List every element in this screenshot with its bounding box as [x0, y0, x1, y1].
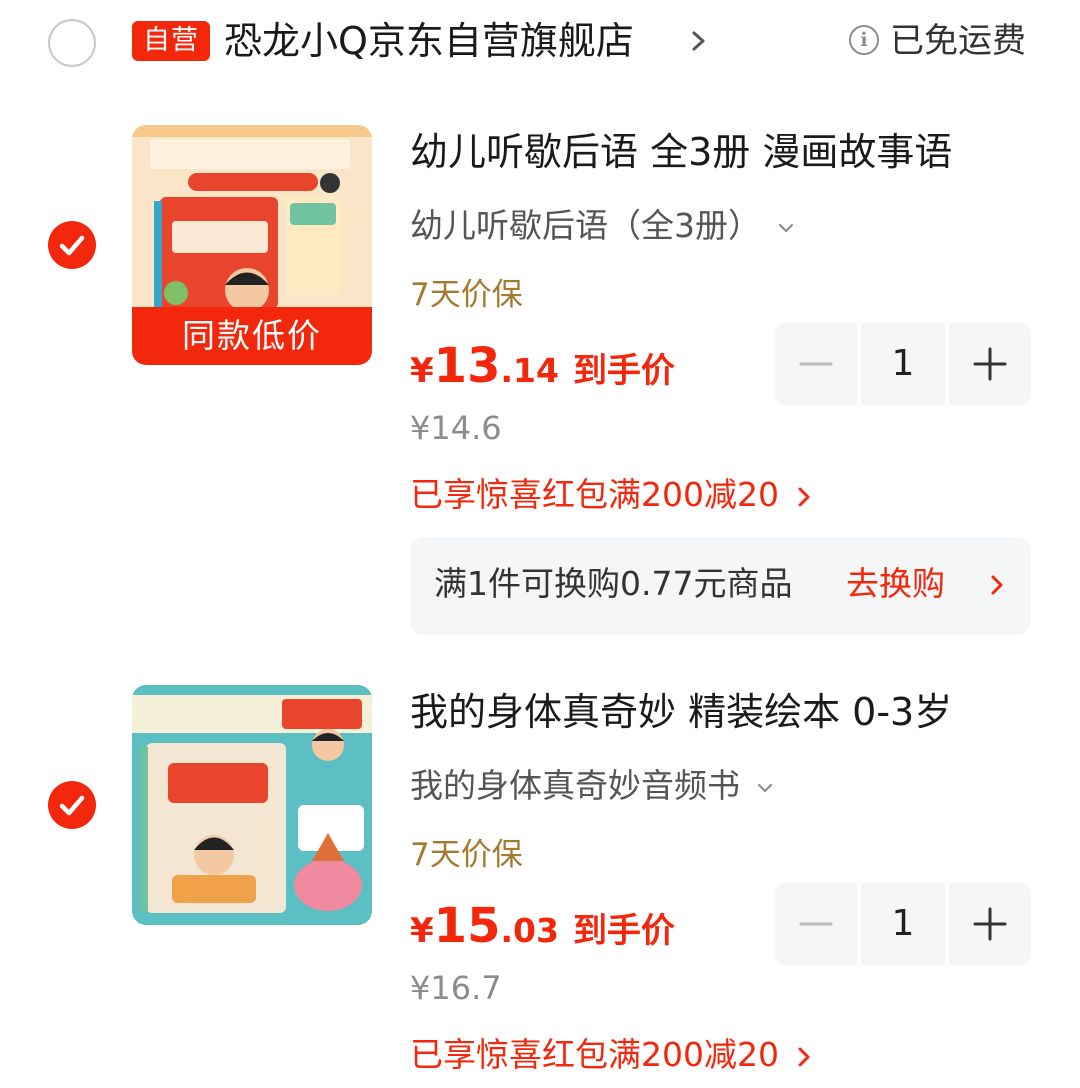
- chevron-right-icon: [798, 487, 810, 506]
- original-price: ¥16.7: [410, 969, 502, 1007]
- item-select-checkbox[interactable]: [48, 221, 96, 269]
- price-label: 到手价: [572, 911, 675, 951]
- exchange-offer-text: 满1件可换购0.77元商品: [434, 564, 793, 603]
- product-title[interactable]: 幼儿听歇后语 全3册 漫画故事语: [410, 127, 952, 177]
- price-decimal: .03: [500, 911, 559, 950]
- chevron-right-icon: [798, 1047, 810, 1066]
- product-spec-label: 我的身体真奇妙音频书: [410, 766, 740, 805]
- item-select-checkbox[interactable]: [48, 781, 96, 829]
- price-currency: ¥: [410, 911, 434, 951]
- checkmark-icon: [59, 795, 85, 816]
- price-protection-tag: 7天价保: [410, 277, 523, 313]
- minus-icon: [799, 362, 833, 366]
- product-spec-label: 幼儿听歇后语（全3册）: [410, 206, 761, 245]
- final-price: ¥15.03 到手价: [410, 898, 675, 954]
- quantity-input[interactable]: 1: [861, 883, 945, 965]
- chevron-down-icon: [779, 223, 793, 232]
- promo-link[interactable]: 已享惊喜红包满200减20: [410, 472, 811, 518]
- plus-icon: [973, 347, 1007, 381]
- price-integer: 15: [433, 898, 501, 954]
- price-protection-tag: 7天价保: [410, 837, 523, 873]
- product-spec-selector[interactable]: 我的身体真奇妙音频书: [410, 763, 774, 809]
- quantity-input[interactable]: 1: [861, 323, 945, 405]
- increase-quantity-button[interactable]: [949, 883, 1031, 965]
- product-thumbnail[interactable]: [132, 685, 372, 925]
- promo-label: 已享惊喜红包满200减20: [410, 475, 779, 514]
- price-integer: 13: [433, 338, 501, 394]
- chevron-right-icon[interactable]: [688, 24, 710, 58]
- product-spec-selector[interactable]: 幼儿听歇后语（全3册）: [410, 203, 795, 249]
- minus-icon: [799, 922, 833, 926]
- store-header: 自营 恐龙小Q京东自营旗舰店 i 已免运费: [0, 0, 1080, 88]
- increase-quantity-button[interactable]: [949, 323, 1031, 405]
- price-decimal: .14: [500, 351, 559, 390]
- decrease-quantity-button[interactable]: [775, 323, 857, 405]
- price-label: 到手价: [572, 351, 675, 391]
- product-image: [132, 685, 372, 925]
- chevron-down-icon: [758, 783, 772, 792]
- promo-label: 已享惊喜红包满200减20: [410, 1035, 779, 1074]
- info-icon[interactable]: i: [849, 25, 879, 55]
- quantity-stepper: 1: [775, 883, 1031, 965]
- decrease-quantity-button[interactable]: [775, 883, 857, 965]
- plus-icon: [973, 907, 1007, 941]
- promo-link[interactable]: 已享惊喜红包满200减20: [410, 1032, 811, 1078]
- store-select-checkbox[interactable]: [48, 19, 96, 67]
- product-thumbnail[interactable]: 同款低价: [132, 125, 372, 365]
- exchange-link[interactable]: 去换购: [846, 561, 945, 607]
- checkmark-icon: [59, 235, 85, 256]
- shipping-status: 已免运费: [890, 21, 1026, 61]
- price-currency: ¥: [410, 351, 434, 391]
- product-title[interactable]: 我的身体真奇妙 精装绘本 0-3岁: [410, 687, 952, 737]
- store-name-link[interactable]: 恐龙小Q京东自营旗舰店: [224, 15, 634, 67]
- self-operated-badge: 自营: [132, 21, 210, 61]
- chevron-right-icon[interactable]: [990, 573, 1004, 597]
- quantity-stepper: 1: [775, 323, 1031, 405]
- original-price: ¥14.6: [410, 409, 502, 447]
- same-style-low-price-badge: 同款低价: [132, 307, 372, 365]
- final-price: ¥13.14 到手价: [410, 338, 675, 394]
- exchange-offer-bar[interactable]: 满1件可换购0.77元商品 去换购: [410, 537, 1031, 635]
